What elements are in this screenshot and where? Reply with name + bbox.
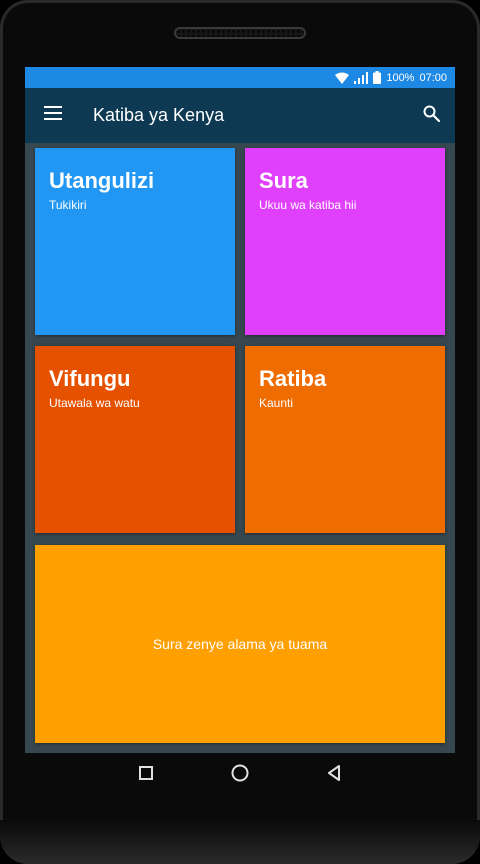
tile-sura[interactable]: Sura Ukuu wa katiba hii	[245, 148, 445, 335]
tile-ratiba[interactable]: Ratiba Kaunti	[245, 346, 445, 533]
phone-frame: 100% 07:00 Katiba ya Kenya Utangulizi Tu…	[0, 0, 480, 864]
search-icon	[423, 105, 440, 127]
tile-utangulizi[interactable]: Utangulizi Tukikiri	[35, 148, 235, 335]
tile-subtitle: Utawala wa watu	[49, 396, 140, 410]
home-icon	[231, 764, 249, 787]
tile-vifungu[interactable]: Vifungu Utawala wa watu	[35, 346, 235, 533]
app-bar: Katiba ya Kenya	[25, 88, 455, 143]
tile-title: Vifungu	[49, 366, 131, 391]
battery-icon	[373, 71, 382, 84]
phone-chin	[0, 820, 480, 864]
back-icon	[327, 764, 341, 786]
tile-title: Utangulizi	[49, 168, 155, 193]
speaker-grille	[174, 27, 306, 39]
wifi-icon	[335, 72, 350, 84]
recent-apps-button[interactable]	[128, 757, 164, 793]
tile-label: Sura zenye alama ya tuama	[152, 636, 328, 652]
signal-icon	[354, 71, 369, 84]
recent-apps-icon	[139, 765, 153, 785]
tile-title: Ratiba	[259, 366, 327, 391]
battery-percent: 100%	[386, 71, 415, 84]
navigation-bar	[0, 753, 480, 797]
tile-subtitle: Ukuu wa katiba hii	[259, 198, 357, 212]
status-bar: 100% 07:00	[25, 67, 455, 88]
home-button[interactable]	[222, 757, 258, 793]
app-title: Katiba ya Kenya	[93, 105, 225, 125]
menu-button[interactable]	[25, 88, 81, 143]
back-button[interactable]	[316, 757, 352, 793]
tile-subtitle: Kaunti	[259, 396, 294, 410]
tile-bookmarked-chapters[interactable]: Sura zenye alama ya tuama	[35, 545, 445, 743]
search-button[interactable]	[407, 88, 455, 143]
screen: 100% 07:00 Katiba ya Kenya Utangulizi Tu…	[25, 67, 455, 753]
tile-subtitle: Tukikiri	[49, 198, 87, 212]
clock: 07:00	[419, 71, 447, 84]
hamburger-menu-icon	[44, 106, 62, 125]
tile-title: Sura	[259, 168, 308, 193]
